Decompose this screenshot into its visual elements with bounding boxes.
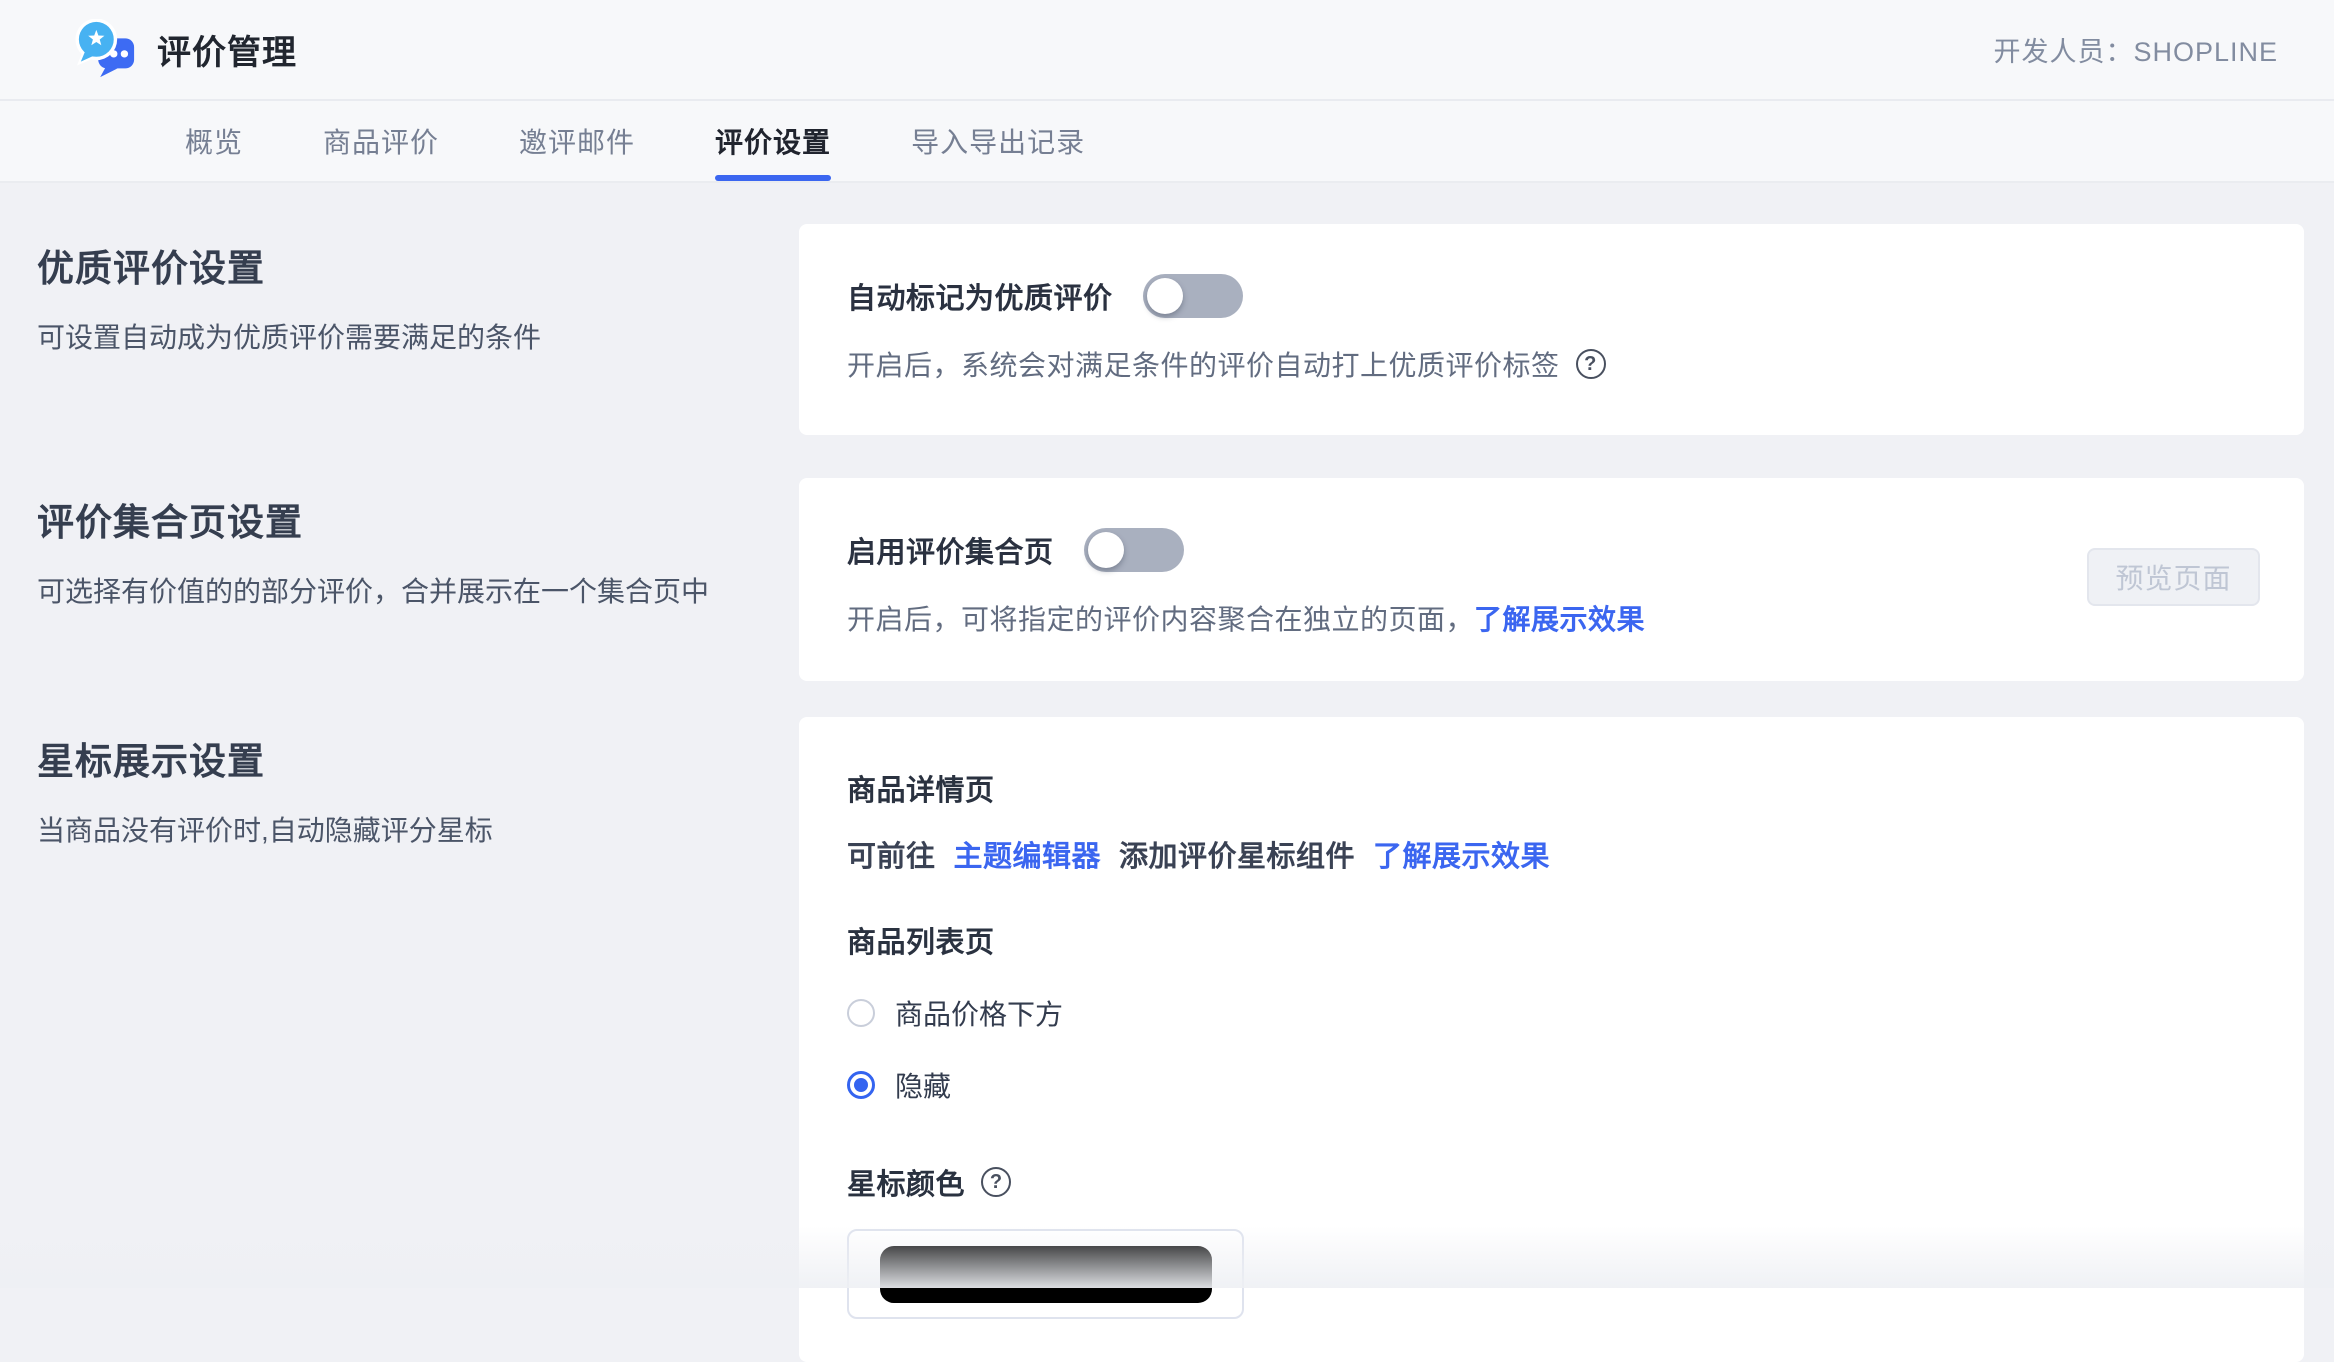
- toggle-knob: [1146, 278, 1183, 314]
- radio-option-below-price[interactable]: 商品价格下方: [847, 993, 2256, 1033]
- tab-review-settings[interactable]: 评价设置: [715, 101, 832, 181]
- review-app-logo-icon: [75, 18, 137, 81]
- tab-product-reviews[interactable]: 商品评价: [323, 101, 439, 181]
- enable-collection-label: 启用评价集合页: [847, 537, 1054, 569]
- theme-editor-link[interactable]: 主题编辑器: [954, 833, 1102, 875]
- tab-bar: 概览 商品评价 邀评邮件 评价设置 导入导出记录: [0, 101, 2334, 183]
- radio-option-hidden[interactable]: 隐藏: [847, 1065, 2256, 1105]
- section-premium-review-info: 优质评价设置 可设置自动成为优质评价需要满足的条件: [37, 224, 799, 359]
- section-premium-review: 优质评价设置 可设置自动成为优质评价需要满足的条件 自动标记为优质评价 开启后，…: [37, 224, 2304, 435]
- auto-mark-premium-toggle[interactable]: [1142, 274, 1243, 318]
- developer-info: 开发人员：SHOPLINE: [1993, 37, 2278, 67]
- view-display-effect-link[interactable]: 了解展示效果: [1474, 598, 1645, 638]
- preview-page-button[interactable]: 预览页面: [2087, 548, 2260, 606]
- auto-mark-premium-row: 自动标记为优质评价: [847, 274, 2256, 318]
- section-star-display: 星标展示设置 当商品没有评价时,自动隐藏评分星标 商品详情页 可前往 主题编辑器…: [37, 717, 2304, 1362]
- auto-mark-premium-label: 自动标记为优质评价: [847, 283, 1113, 315]
- tab-review-invite-email[interactable]: 邀评邮件: [519, 101, 635, 181]
- section-review-collection: 评价集合页设置 可选择有价值的的部分评价，合并展示在一个集合页中 启用评价集合页…: [37, 478, 2304, 681]
- tab-import-export-records[interactable]: 导入导出记录: [911, 101, 1085, 181]
- section-star-display-info: 星标展示设置 当商品没有评价时,自动隐藏评分星标: [37, 717, 799, 852]
- section-description: 当商品没有评价时,自动隐藏评分星标: [37, 815, 493, 846]
- star-color-label: 星标颜色: [847, 1169, 966, 1201]
- auto-mark-premium-desc: 开启后，系统会对满足条件的评价自动打上优质评价标签: [847, 350, 1560, 381]
- auto-mark-premium-desc-row: 开启后，系统会对满足条件的评价自动打上优质评价标签 ?: [847, 344, 2256, 384]
- enable-collection-toggle[interactable]: [1083, 528, 1184, 572]
- radio-unselected-icon[interactable]: [847, 999, 875, 1027]
- enable-collection-desc-row: 开启后，可将指定的评价内容聚合在独立的页面， 了解展示效果: [847, 598, 2256, 638]
- radio-label: 商品价格下方: [895, 999, 1064, 1030]
- enable-collection-row: 启用评价集合页: [847, 528, 2256, 572]
- view-display-effect-link[interactable]: 了解展示效果: [1373, 833, 1550, 875]
- section-review-collection-info: 评价集合页设置 可选择有价值的的部分评价，合并展示在一个集合页中: [37, 478, 799, 613]
- radio-label: 隐藏: [895, 1071, 952, 1102]
- section-title: 星标展示设置: [37, 741, 265, 782]
- enable-collection-desc: 开启后，可将指定的评价内容聚合在独立的页面，: [847, 604, 1475, 635]
- radio-selected-icon[interactable]: [847, 1071, 875, 1099]
- product-list-page-label: 商品列表页: [847, 927, 995, 959]
- review-collection-card: 启用评价集合页 开启后，可将指定的评价内容聚合在独立的页面， 了解展示效果 预览…: [799, 478, 2304, 681]
- section-description: 可选择有价值的的部分评价，合并展示在一个集合页中: [37, 576, 710, 607]
- star-color-label-row: 星标颜色 ?: [847, 1161, 2256, 1203]
- toggle-knob: [1087, 532, 1124, 568]
- section-title: 优质评价设置: [37, 248, 265, 289]
- section-title: 评价集合页设置: [37, 502, 303, 543]
- star-color-picker[interactable]: [847, 1229, 1244, 1319]
- star-color-swatch: [879, 1245, 1212, 1303]
- app-header: 评价管理 开发人员：SHOPLINE: [0, 0, 2334, 101]
- star-display-card: 商品详情页 可前往 主题编辑器 添加评价星标组件 了解展示效果 商品列表页 商品…: [799, 717, 2304, 1362]
- help-icon[interactable]: ?: [981, 1167, 1012, 1197]
- product-detail-page-label: 商品详情页: [847, 775, 995, 807]
- settings-content: 优质评价设置 可设置自动成为优质评价需要满足的条件 自动标记为优质评价 开启后，…: [0, 224, 2334, 1362]
- help-icon[interactable]: ?: [1575, 349, 1606, 379]
- premium-review-card: 自动标记为优质评价 开启后，系统会对满足条件的评价自动打上优质评价标签 ?: [799, 224, 2304, 435]
- theme-line-prefix: 可前往: [847, 841, 936, 873]
- section-description: 可设置自动成为优质评价需要满足的条件: [37, 322, 542, 353]
- header-left: 评价管理: [75, 18, 297, 81]
- page-title: 评价管理: [157, 34, 297, 72]
- tab-overview[interactable]: 概览: [185, 101, 243, 181]
- theme-editor-line: 可前往 主题编辑器 添加评价星标组件 了解展示效果: [847, 833, 2256, 875]
- theme-line-middle: 添加评价星标组件: [1119, 841, 1356, 873]
